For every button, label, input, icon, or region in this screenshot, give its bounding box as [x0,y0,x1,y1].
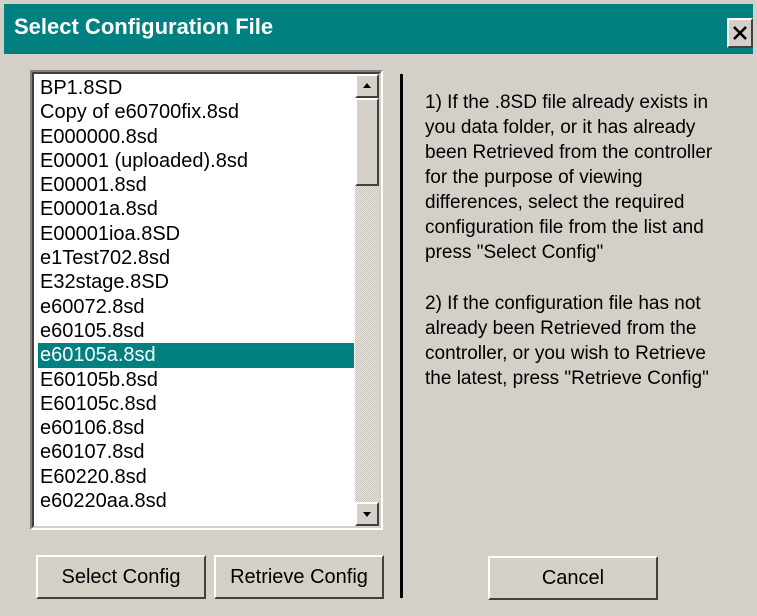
list-item[interactable]: Copy of e60700fix.8sd [38,100,354,124]
retrieve-config-button[interactable]: Retrieve Config [214,555,384,599]
vertical-scrollbar[interactable] [355,74,379,526]
list-item[interactable]: E60105b.8sd [38,368,354,392]
close-button[interactable] [727,18,753,48]
list-item[interactable]: e60105a.8sd [38,343,354,368]
select-config-dialog: Select Configuration File BP1.8SD Copy of… [0,0,757,616]
scroll-thumb[interactable] [355,98,379,186]
list-item[interactable]: e60107.8sd [38,440,354,464]
list-item[interactable]: E00001 (uploaded).8sd [38,149,354,173]
dialog-title: Select Configuration File [14,14,274,39]
help-text: 1) If the .8SD file already exists in yo… [425,90,755,417]
list-item[interactable]: E00001ioa.8SD [38,222,354,246]
list-item[interactable]: E000000.8sd [38,125,354,149]
list-item[interactable]: e1Test702.8sd [38,246,354,270]
scroll-up-button[interactable] [355,74,379,98]
list-item[interactable]: E00001.8sd [38,173,354,197]
help-paragraph-1: 1) If the .8SD file already exists in yo… [425,92,713,263]
list-item[interactable]: E32stage.8SD [38,270,354,294]
list-item[interactable]: BP1.8SD [38,76,354,100]
list-item[interactable]: e60105.8sd [38,319,354,343]
vertical-divider [400,74,403,598]
title-bar[interactable]: Select Configuration File [4,4,753,54]
list-item[interactable]: E60220.8sd [38,465,354,489]
list-item[interactable]: E00001a.8sd [38,197,354,221]
select-config-button[interactable]: Select Config [36,555,206,599]
config-file-list[interactable]: BP1.8SD Copy of e60700fix.8sd E000000.8sd E… [38,76,354,513]
list-item[interactable]: e60072.8sd [38,295,354,319]
arrow-up-icon [363,83,371,88]
list-item[interactable]: E60105c.8sd [38,392,354,416]
close-icon [733,26,747,40]
arrow-down-icon [363,512,371,517]
help-paragraph-2: 2) If the configuration file has not alr… [425,293,709,389]
list-item[interactable]: e60220aa.8sd [38,489,354,513]
config-file-listbox[interactable]: BP1.8SD Copy of e60700fix.8sd E000000.8sd E… [30,70,383,530]
list-item[interactable]: e60106.8sd [38,416,354,440]
cancel-button[interactable]: Cancel [488,556,658,600]
scroll-down-button[interactable] [355,502,379,526]
